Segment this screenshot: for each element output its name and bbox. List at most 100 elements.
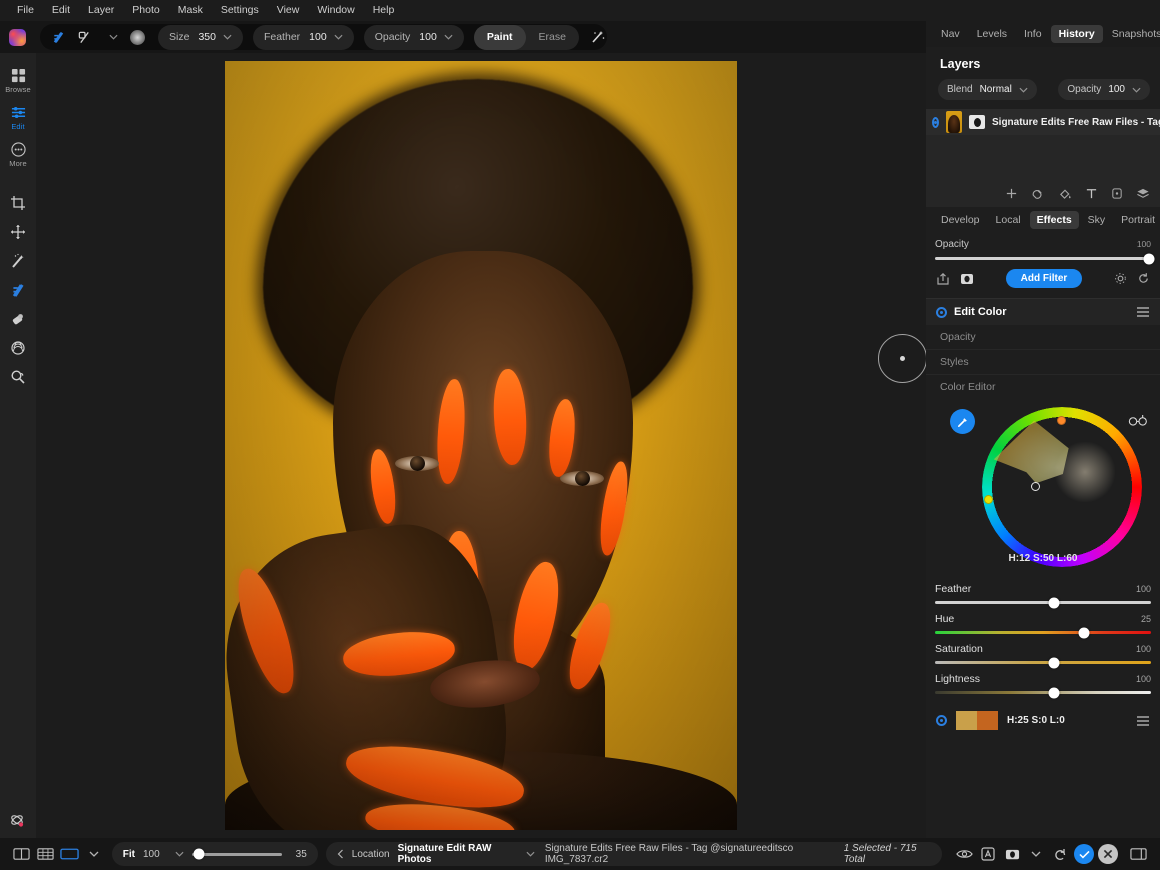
color-swatch-row[interactable]: H:25 S:0 L:0 [926,703,1160,738]
menu-window[interactable]: Window [308,0,363,21]
tool-brush[interactable] [0,275,36,304]
undo-icon[interactable] [1048,841,1072,867]
brush-size-field[interactable]: Size 350 [158,25,243,50]
reset-icon[interactable] [1137,272,1150,285]
lock-icon[interactable] [1111,187,1123,200]
menu-edit[interactable]: Edit [43,0,79,21]
edit-color-coloreditor-row[interactable]: Color Editor [926,375,1160,399]
tab-info[interactable]: Info [1016,25,1050,43]
tab-history[interactable]: History [1051,25,1103,43]
menu-file[interactable]: File [8,0,43,21]
hue-slider-knob[interactable] [1079,627,1090,638]
eye-icon[interactable] [952,841,976,867]
tab-nav[interactable]: Nav [933,25,968,43]
tool-eraser[interactable] [0,304,36,333]
gear-icon[interactable] [1114,272,1127,285]
menu-photo[interactable]: Photo [123,0,168,21]
single-view-icon[interactable] [58,841,82,867]
zoom-slider-knob[interactable] [193,849,204,860]
import-preset-icon[interactable] [936,272,950,286]
layer-opacity-chevron-down-icon[interactable] [1132,87,1141,93]
menu-view[interactable]: View [268,0,309,21]
erase-option[interactable]: Erase [526,25,579,50]
magic-wand-icon[interactable] [590,29,607,46]
edit-color-styles-row[interactable]: Styles [926,350,1160,375]
zoom-slider[interactable] [192,853,282,856]
blend-mode-field[interactable]: Blend Normal [938,79,1037,100]
brush-hardness-preview[interactable] [130,30,145,45]
brush-opacity-field[interactable]: Opacity 100 [364,25,464,50]
tool-magic-wand[interactable] [0,246,36,275]
brush-icon[interactable] [50,29,67,46]
rail-edit-button[interactable]: Edit [0,98,36,135]
add-filter-button[interactable]: Add Filter [1006,269,1083,288]
duplicate-layer-icon[interactable] [1031,187,1045,200]
feather-slider-track[interactable] [935,601,1151,604]
hue-slider-track[interactable] [935,631,1151,634]
split-view-icon[interactable] [10,841,34,867]
text-icon[interactable] [1085,187,1098,200]
layers-stack-icon[interactable] [1136,187,1150,200]
saturation-slider-knob[interactable] [1048,657,1059,668]
menu-settings[interactable]: Settings [212,0,268,21]
panel-toggle-icon[interactable] [1126,841,1150,867]
menu-help[interactable]: Help [364,0,404,21]
tab-local[interactable]: Local [989,211,1028,229]
fit-chevron-down-icon[interactable] [175,851,184,857]
layer-opacity-field[interactable]: Opacity 100 [1058,79,1150,100]
cancel-button[interactable] [1096,841,1120,867]
glasses-icon[interactable] [1128,414,1150,427]
blend-chevron-down-icon[interactable] [1019,87,1028,93]
lightness-slider-track[interactable] [935,691,1151,694]
tab-develop[interactable]: Develop [934,211,987,229]
brush-opacity-chevron-down-icon[interactable] [444,34,453,40]
paint-option[interactable]: Paint [474,25,526,50]
tool-clone-stamp[interactable] [0,333,36,362]
tool-crop[interactable] [0,188,36,217]
color-wheel-hue-handle[interactable] [1057,416,1066,425]
menu-layer[interactable]: Layer [79,0,123,21]
edit-color-header[interactable]: Edit Color [926,298,1160,325]
saturation-slider-track[interactable] [935,661,1151,664]
color-wheel-area[interactable]: H:12 S:50 L:60 [926,399,1160,577]
rail-more-button[interactable]: More [0,135,36,172]
swatch-visibility-icon[interactable] [936,715,947,726]
brush-feather-field[interactable]: Feather 100 [253,25,354,50]
layer-mask-thumbnail[interactable] [969,115,985,129]
rail-browse-button[interactable]: Browse [0,61,36,98]
tool-zoom-hand[interactable] [0,362,36,391]
color-swatch[interactable] [956,711,998,730]
view-chevron-down-icon[interactable] [82,841,106,867]
location-breadcrumb[interactable]: Location Signature Edit RAW Photos Signa… [326,842,943,866]
eyedropper-icon[interactable] [950,409,975,434]
brush-size-chevron-down-icon[interactable] [223,34,232,40]
color-wheel-saturation-handle[interactable] [984,495,993,504]
rating-a-icon[interactable] [976,841,1000,867]
chevron-left-icon[interactable] [337,849,344,859]
camera-icon[interactable] [1000,841,1024,867]
location-chevron-down-icon[interactable] [526,851,535,857]
lightness-slider-knob[interactable] [1048,687,1059,698]
mask-icon[interactable] [960,273,974,285]
mask-brush-icon[interactable] [76,29,93,46]
bottom-chevron-down-icon[interactable] [1024,841,1048,867]
tab-snapshots[interactable]: Snapshots [1104,25,1160,43]
tab-portrait[interactable]: Portrait [1114,211,1160,229]
color-wheel-center-handle[interactable] [1031,482,1040,491]
plus-icon[interactable] [1005,187,1018,200]
zoom-control[interactable]: Fit 100 35 [112,842,318,866]
layer-visibility-icon[interactable] [932,117,939,128]
menu-mask[interactable]: Mask [169,0,212,21]
effects-opacity-knob[interactable] [1143,253,1154,264]
canvas-area[interactable] [36,53,926,838]
atom-icon[interactable] [9,812,27,830]
confirm-button[interactable] [1072,841,1096,867]
hamburger-icon[interactable] [1136,306,1150,318]
tool-move[interactable] [0,217,36,246]
layer-row[interactable]: Signature Edits Free Raw Files - Tag @si… [926,109,1160,135]
paint-bucket-icon[interactable] [1058,187,1072,200]
effects-opacity-slider[interactable] [935,257,1151,260]
tab-effects[interactable]: Effects [1030,211,1079,229]
edit-color-toggle-icon[interactable] [936,307,947,318]
edit-color-opacity-row[interactable]: Opacity [926,325,1160,350]
